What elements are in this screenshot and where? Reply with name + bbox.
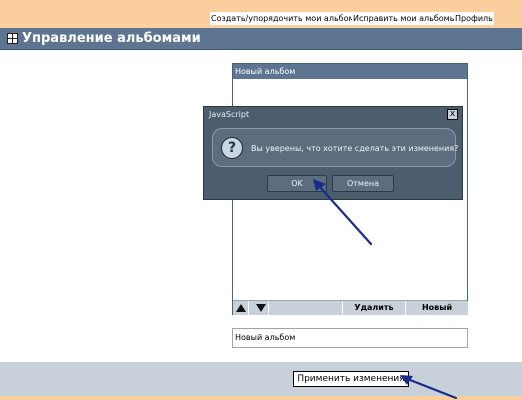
- album-list-toolbar: Удалить Новый: [233, 300, 468, 315]
- footer-bar: [0, 362, 522, 396]
- dialog-titlebar: JavaScript x: [204, 107, 462, 123]
- down-arrow-icon: [256, 304, 266, 312]
- close-icon[interactable]: x: [447, 109, 458, 120]
- profile-link[interactable]: Профиль: [454, 12, 494, 25]
- ok-button[interactable]: OK: [267, 175, 327, 192]
- create-arrange-albums-link[interactable]: Создать/упорядочить мои альбомы: [210, 12, 362, 25]
- question-icon: ?: [221, 137, 243, 159]
- page-title: Управление альбомами: [22, 31, 201, 46]
- dialog-message-panel: ? Вы уверены, что хотите сделать эти изм…: [212, 128, 459, 167]
- apply-changes-button[interactable]: Применить изменения: [293, 371, 409, 387]
- dialog-message: Вы уверены, что хотите сделать эти измен…: [251, 144, 459, 153]
- top-navigation-bar: Создать/упорядочить мои альбомы Исправит…: [0, 0, 522, 28]
- new-album-button[interactable]: Новый: [405, 301, 468, 315]
- up-arrow-icon: [236, 304, 246, 312]
- move-down-button[interactable]: [253, 301, 269, 315]
- bottom-strip: [0, 396, 522, 400]
- cancel-button[interactable]: Отмена: [332, 175, 394, 192]
- confirm-dialog: JavaScript x ? Вы уверены, что хотите сд…: [203, 106, 463, 200]
- dialog-title: JavaScript: [209, 110, 250, 119]
- move-up-button[interactable]: [233, 301, 249, 315]
- delete-album-button[interactable]: Удалить: [342, 301, 405, 315]
- edit-albums-link[interactable]: Исправить мои альбомы: [352, 12, 458, 25]
- album-list-item-label: Новый альбом: [235, 67, 296, 76]
- album-list-selected-item[interactable]: Новый альбом: [233, 64, 467, 79]
- section-header: Управление альбомами: [0, 28, 522, 50]
- expand-plus-icon[interactable]: [7, 33, 18, 44]
- album-name-field[interactable]: Новый альбом: [232, 328, 468, 348]
